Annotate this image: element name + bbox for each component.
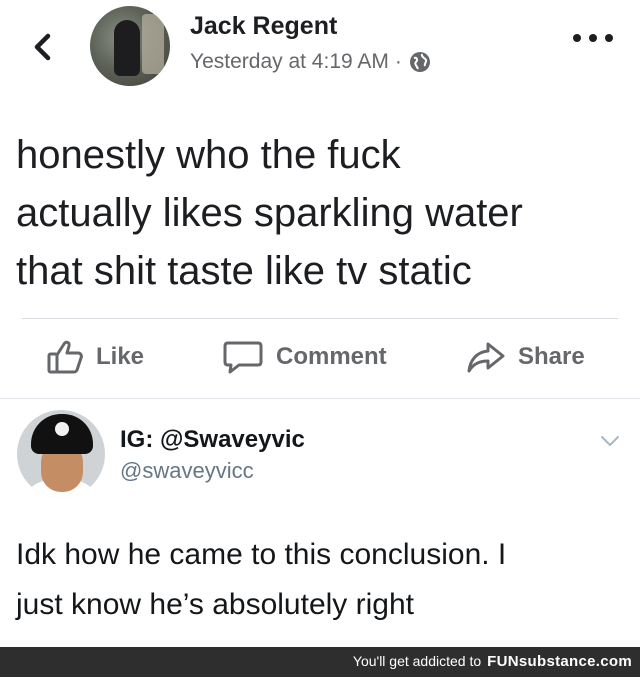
comment-label: Comment [276, 343, 387, 370]
dot [589, 34, 597, 42]
tweet-line: just know he’s absolutely right [16, 588, 414, 621]
tweet-handle[interactable]: @swaveyvicc [120, 458, 254, 484]
tweet-line: Idk how he came to this conclusion. I [16, 538, 507, 571]
like-button[interactable]: Like [46, 338, 144, 376]
facebook-post: Jack Regent Yesterday at 4:19 AM · hones… [0, 0, 640, 400]
share-label: Share [518, 343, 585, 370]
post-line: that shit taste like tv static [16, 249, 472, 293]
tweet-display-name[interactable]: IG: @Swaveyvic [120, 426, 305, 454]
author-avatar[interactable] [90, 6, 170, 86]
chevron-left-icon[interactable] [28, 30, 58, 64]
post-body: honestly who the fuck actually likes spa… [16, 126, 626, 300]
author-name[interactable]: Jack Regent [190, 12, 337, 41]
hat-logo [55, 422, 69, 436]
chevron-down-icon[interactable] [599, 434, 621, 448]
more-dots-icon[interactable] [573, 34, 613, 48]
share-button[interactable]: Share [466, 338, 585, 376]
meta-separator: · [394, 50, 402, 73]
like-label: Like [96, 343, 145, 370]
comment-icon [223, 341, 263, 374]
watermark-brand[interactable]: FUNsubstance.com [487, 653, 632, 670]
tweet-body: Idk how he came to this conclusion. I ju… [16, 530, 626, 630]
globe-icon [409, 52, 430, 72]
watermark-prefix: You'll get addicted to [352, 653, 482, 669]
divider [0, 398, 640, 399]
tweet-avatar[interactable] [17, 410, 105, 498]
post-timestamp[interactable]: Yesterday at 4:19 AM [190, 50, 389, 74]
post-meta: Yesterday at 4:19 AM · [190, 50, 432, 74]
post-line: honestly who the fuck [16, 133, 401, 177]
tweet: IG: @Swaveyvic @swaveyvicc Idk how he ca… [0, 400, 640, 647]
avatar-figure [114, 20, 140, 76]
divider [22, 318, 618, 319]
post-actions: Like Comment Share [0, 330, 640, 386]
comment-button[interactable]: Comment [222, 338, 387, 376]
watermark-bar: You'll get addicted to FUNsubstance.com [0, 647, 640, 677]
dot [573, 34, 581, 42]
share-arrow-icon [467, 342, 505, 373]
dot [605, 34, 613, 42]
thumbs-up-icon [47, 340, 83, 374]
avatar-background [142, 14, 164, 74]
post-line: actually likes sparkling water [16, 191, 523, 235]
